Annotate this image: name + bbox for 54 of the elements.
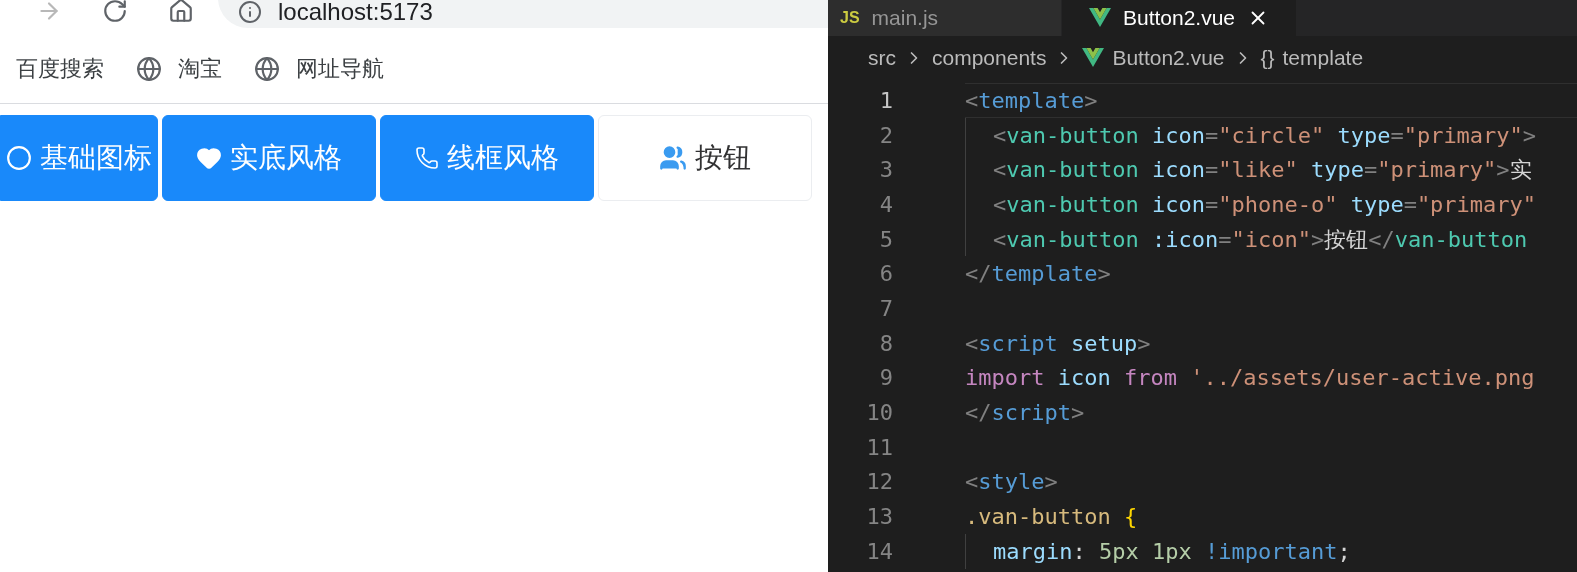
breadcrumb[interactable]: components — [932, 42, 1047, 74]
line-number: 3 — [878, 156, 893, 185]
users-icon — [659, 144, 687, 172]
line-number: 10 — [865, 399, 893, 428]
line-number: 5 — [878, 225, 893, 254]
home-icon[interactable] — [168, 0, 194, 24]
page-button[interactable]: 实底风格 — [162, 115, 376, 201]
breadcrumb[interactable]: src — [868, 42, 896, 74]
file-type-label: JS — [840, 8, 860, 28]
line-number: 8 — [878, 329, 893, 358]
line-number: 14 — [865, 537, 893, 566]
code-line: .van-button { — [965, 503, 1138, 532]
address-text: localhost:5173 — [278, 0, 433, 24]
circle-icon — [6, 145, 32, 171]
line-number: 2 — [878, 121, 893, 150]
code-line: <script setup> — [965, 329, 1151, 358]
code-line: <template> — [965, 86, 1098, 115]
line-number: 6 — [878, 260, 893, 289]
code-line: <van-button icon="phone-o" type="primary" — [993, 190, 1537, 219]
globe-icon — [136, 55, 162, 82]
vue-icon — [1082, 48, 1105, 68]
line-number: 9 — [878, 364, 893, 393]
code-line: <style> — [965, 468, 1058, 497]
code-line: </script> — [965, 399, 1085, 428]
address-bar[interactable]: localhost:5173 — [218, 0, 828, 28]
line-number: 4 — [878, 190, 893, 219]
code-line: import icon from '../assets/user-active.png — [965, 364, 1535, 393]
editor-tab[interactable]: Button2.vue — [1062, 0, 1296, 36]
reload-icon[interactable] — [102, 0, 128, 24]
line-number: 7 — [878, 294, 893, 323]
code-line: <van-button icon="like" type="primary">实 — [993, 156, 1532, 185]
vue-icon — [1088, 8, 1111, 28]
code-line: <van-button icon="circle" type="primary"> — [993, 121, 1537, 150]
line-number: 1 — [878, 86, 893, 115]
code-line: margin: 5px 1px !important; — [993, 537, 1351, 566]
code-line: <van-button :icon="icon">按钮</van-button — [993, 225, 1528, 254]
editor-tab[interactable]: JS main.js — [828, 0, 1062, 36]
line-number: 11 — [865, 433, 893, 462]
page-button[interactable]: 按钮 — [598, 115, 812, 201]
page-button[interactable]: 线框风格 — [380, 115, 594, 201]
heart-icon — [196, 145, 222, 171]
page-button[interactable]: 基础图标 — [0, 115, 158, 201]
info-icon — [238, 0, 262, 24]
code-line: </template> — [965, 260, 1111, 289]
bookmark[interactable]: 淘宝 — [136, 52, 222, 85]
breadcrumb[interactable]: {} template — [1260, 42, 1364, 74]
symbol-glyph: {} — [1260, 45, 1275, 72]
phone-icon — [415, 146, 439, 170]
bookmark[interactable]: 百度搜索 — [16, 52, 104, 85]
bookmark[interactable]: 网址导航 — [254, 52, 384, 85]
breadcrumb[interactable]: Button2.vue — [1082, 42, 1225, 74]
globe-icon — [254, 55, 280, 82]
line-number: 12 — [865, 468, 893, 497]
line-number: 13 — [865, 503, 893, 532]
